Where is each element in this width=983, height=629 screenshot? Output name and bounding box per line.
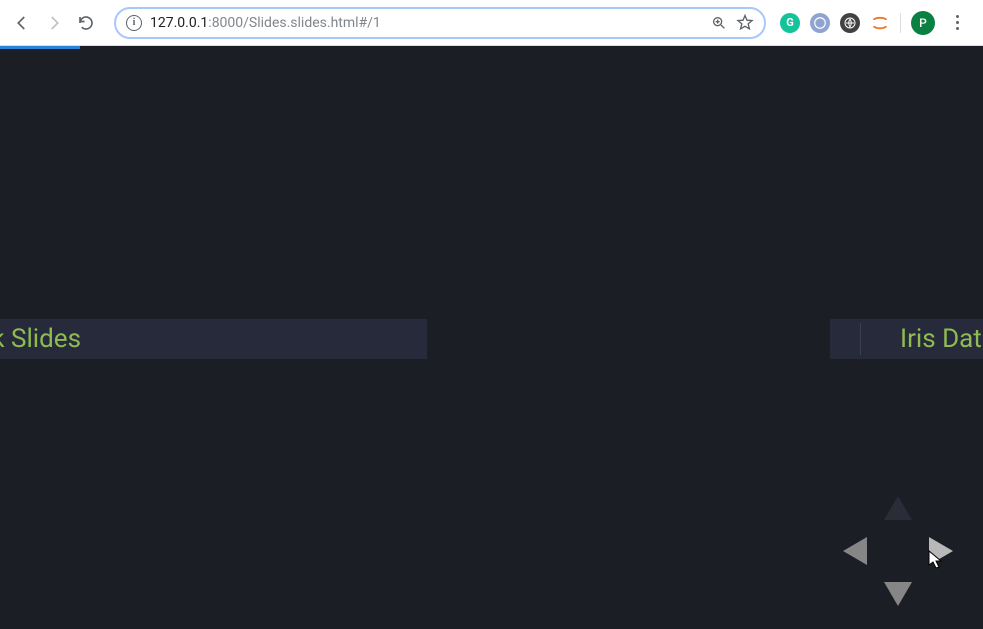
slide-nav-controls <box>843 496 953 606</box>
browser-toolbar: i 127.0.0.1:8000/Slides.slides.html#/1 G… <box>0 0 983 46</box>
next-slide-title-fragment: Iris Data <box>900 324 983 354</box>
prev-slide-title-fragment: k Slides <box>0 324 81 354</box>
address-bar[interactable]: i 127.0.0.1:8000/Slides.slides.html#/1 <box>114 7 766 39</box>
profile-avatar[interactable]: P <box>911 11 935 35</box>
extension-icon-3[interactable] <box>840 13 860 33</box>
toolbar-separator <box>900 13 901 33</box>
chrome-menu-button[interactable] <box>945 11 969 35</box>
extension-icon-2[interactable] <box>810 13 830 33</box>
slide-divider <box>860 323 861 355</box>
page-viewport: k Slides Iris Data <box>0 46 983 629</box>
url-text: 127.0.0.1:8000/Slides.slides.html#/1 <box>150 15 702 31</box>
next-slide-peek[interactable]: Iris Data <box>830 319 983 359</box>
extension-grammarly-icon[interactable]: G <box>780 13 800 33</box>
slide-progress-bar <box>0 46 80 49</box>
nav-up-arrow[interactable] <box>884 496 912 520</box>
site-info-icon[interactable]: i <box>126 15 142 31</box>
extension-jupyter-icon[interactable] <box>870 13 890 33</box>
back-button[interactable] <box>8 9 36 37</box>
reload-button[interactable] <box>72 9 100 37</box>
nav-down-arrow[interactable] <box>884 582 912 606</box>
forward-button[interactable] <box>40 9 68 37</box>
nav-left-arrow[interactable] <box>843 537 867 565</box>
prev-slide-peek[interactable]: k Slides <box>0 319 427 359</box>
zoom-icon[interactable] <box>710 14 728 32</box>
nav-right-arrow[interactable] <box>929 537 953 565</box>
extension-icons: G P <box>780 11 975 35</box>
bookmark-star-icon[interactable] <box>736 14 754 32</box>
